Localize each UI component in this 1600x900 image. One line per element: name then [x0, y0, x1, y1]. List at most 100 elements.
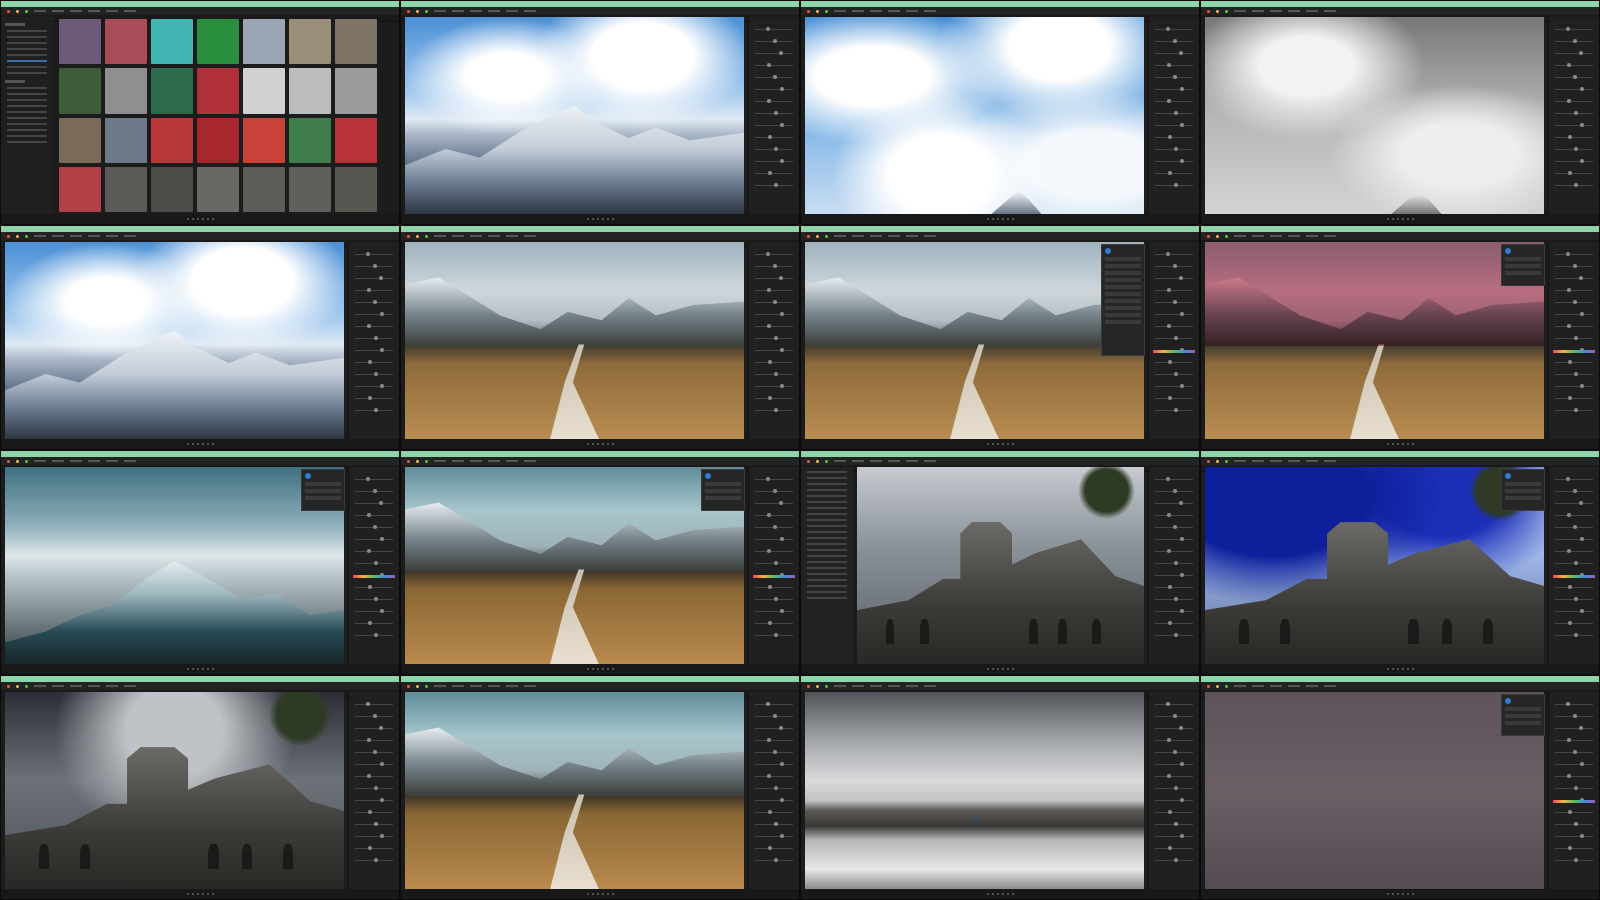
- rating-dot-icon[interactable]: [596, 218, 599, 220]
- slider-handle-icon[interactable]: [373, 561, 378, 565]
- slider-handle-icon[interactable]: [1573, 300, 1578, 304]
- adjustment-slider[interactable]: [1155, 489, 1193, 493]
- adjustment-slider[interactable]: [1155, 633, 1193, 637]
- menu-item[interactable]: [1324, 235, 1336, 237]
- sidebar-item[interactable]: [7, 60, 47, 62]
- rating-dot-icon[interactable]: [211, 443, 214, 445]
- slider-handle-icon[interactable]: [773, 786, 778, 790]
- adjustment-slider[interactable]: [355, 810, 393, 814]
- layer-item[interactable]: [1105, 313, 1141, 317]
- slider-handle-icon[interactable]: [379, 276, 384, 280]
- adjustment-slider[interactable]: [755, 39, 793, 43]
- rating-dot-icon[interactable]: [991, 893, 994, 895]
- menu-item[interactable]: [924, 235, 936, 237]
- slider-handle-icon[interactable]: [1172, 489, 1177, 493]
- adjustment-slider[interactable]: [1155, 336, 1193, 340]
- rating-dot-icon[interactable]: [586, 668, 589, 670]
- adjustment-slider[interactable]: [1555, 489, 1593, 493]
- slider-handle-icon[interactable]: [372, 714, 377, 718]
- sidebar-item[interactable]: [807, 543, 847, 545]
- thumbnail[interactable]: [105, 68, 147, 114]
- slider-handle-icon[interactable]: [772, 39, 777, 43]
- thumbnail[interactable]: [335, 117, 377, 163]
- menu-item[interactable]: [70, 685, 82, 687]
- thumbnail[interactable]: [243, 117, 285, 163]
- slider-handle-icon[interactable]: [1173, 111, 1178, 115]
- adjustment-slider[interactable]: [1155, 39, 1193, 43]
- slider-handle-icon[interactable]: [780, 159, 785, 163]
- traffic-light-zoom-icon[interactable]: [1225, 234, 1228, 238]
- slider-handle-icon[interactable]: [1573, 336, 1578, 340]
- adjustment-slider[interactable]: [355, 549, 393, 553]
- menu-item[interactable]: [488, 10, 500, 12]
- slider-handle-icon[interactable]: [1572, 264, 1577, 268]
- thumbnail[interactable]: [335, 68, 377, 114]
- thumbnail[interactable]: [151, 117, 193, 163]
- adjustment-slider[interactable]: [755, 549, 793, 553]
- slider-handle-icon[interactable]: [779, 501, 784, 505]
- sidebar-item[interactable]: [807, 501, 847, 503]
- adjustment-slider[interactable]: [355, 774, 393, 778]
- adjustment-slider[interactable]: [1155, 123, 1193, 127]
- slider-handle-icon[interactable]: [1174, 147, 1178, 151]
- slider-handle-icon[interactable]: [1172, 39, 1177, 43]
- rating-dot-icon[interactable]: [1406, 218, 1409, 220]
- rating-dot-icon[interactable]: [1386, 893, 1389, 895]
- thumbnail[interactable]: [197, 68, 239, 114]
- slider-handle-icon[interactable]: [373, 336, 378, 340]
- adjustment-slider[interactable]: [1155, 726, 1193, 730]
- sidebar-item[interactable]: [7, 135, 47, 137]
- adjustment-slider[interactable]: [1555, 63, 1593, 67]
- slider-handle-icon[interactable]: [772, 489, 777, 493]
- adjustment-slider[interactable]: [755, 762, 793, 766]
- slider-handle-icon[interactable]: [373, 786, 378, 790]
- slider-handle-icon[interactable]: [1567, 171, 1572, 175]
- adjustment-slider[interactable]: [355, 288, 393, 292]
- traffic-light-close-icon[interactable]: [407, 459, 410, 463]
- adjustment-slider[interactable]: [1155, 846, 1193, 850]
- menu-item[interactable]: [852, 235, 864, 237]
- sidebar-item[interactable]: [807, 567, 847, 569]
- rating-dot-icon[interactable]: [606, 893, 609, 895]
- sidebar-item[interactable]: [807, 507, 847, 509]
- slider-handle-icon[interactable]: [1579, 312, 1584, 316]
- slider-handle-icon[interactable]: [1180, 834, 1185, 838]
- adjustment-slider[interactable]: [1555, 288, 1593, 292]
- adjustment-slider[interactable]: [355, 300, 393, 304]
- menu-item[interactable]: [852, 10, 864, 12]
- adjustment-slider[interactable]: [1155, 573, 1193, 577]
- traffic-light-close-icon[interactable]: [407, 234, 410, 238]
- menu-item[interactable]: [1306, 235, 1318, 237]
- slider-handle-icon[interactable]: [1579, 726, 1584, 730]
- adjustment-slider[interactable]: [355, 501, 393, 505]
- traffic-light-minimize-icon[interactable]: [416, 459, 419, 463]
- rating-dot-icon[interactable]: [1011, 893, 1014, 895]
- menu-item[interactable]: [70, 460, 82, 462]
- layer-item[interactable]: [305, 496, 341, 500]
- rating-dot-icon[interactable]: [996, 668, 999, 670]
- adjustment-slider[interactable]: [355, 513, 393, 517]
- thumbnail[interactable]: [105, 166, 147, 212]
- slider-handle-icon[interactable]: [1173, 750, 1178, 754]
- adjustment-slider[interactable]: [1155, 561, 1193, 565]
- adjustment-slider[interactable]: [1155, 99, 1193, 103]
- traffic-light-close-icon[interactable]: [7, 684, 10, 688]
- slider-handle-icon[interactable]: [1167, 135, 1172, 139]
- slider-handle-icon[interactable]: [1566, 252, 1571, 256]
- rating-dot-icon[interactable]: [1001, 218, 1004, 220]
- menu-item[interactable]: [1252, 685, 1264, 687]
- slider-handle-icon[interactable]: [1179, 762, 1184, 766]
- adjustment-slider[interactable]: [1155, 51, 1193, 55]
- rating-dot-icon[interactable]: [596, 443, 599, 445]
- adjustment-slider[interactable]: [755, 300, 793, 304]
- slider-handle-icon[interactable]: [1572, 489, 1577, 493]
- slider-handle-icon[interactable]: [767, 135, 772, 139]
- menu-item[interactable]: [88, 460, 100, 462]
- adjustment-slider[interactable]: [1155, 312, 1193, 316]
- menu-item[interactable]: [852, 460, 864, 462]
- menu-item[interactable]: [906, 685, 918, 687]
- traffic-light-minimize-icon[interactable]: [1216, 9, 1219, 13]
- adjustment-slider[interactable]: [1155, 501, 1193, 505]
- menu-item[interactable]: [834, 10, 846, 12]
- sidebar-item[interactable]: [807, 585, 847, 587]
